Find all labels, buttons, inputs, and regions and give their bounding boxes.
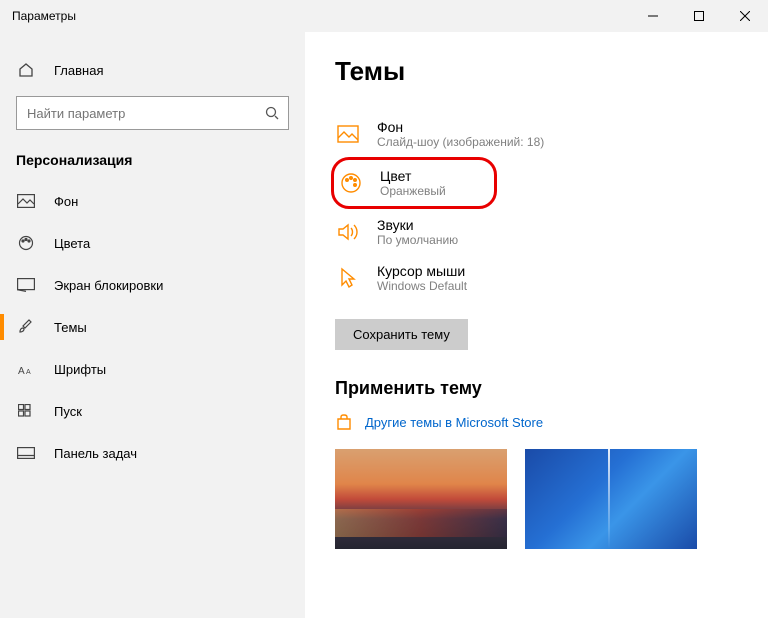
- brush-icon: [16, 319, 36, 335]
- theme-thumbnail[interactable]: [525, 449, 697, 549]
- sidebar-item-label: Темы: [54, 320, 87, 335]
- setting-sounds[interactable]: Звуки По умолчанию: [335, 209, 738, 255]
- start-icon: [16, 404, 36, 418]
- setting-subtitle: Windows Default: [377, 279, 467, 293]
- close-button[interactable]: [722, 0, 768, 32]
- sidebar-item-start[interactable]: Пуск: [0, 390, 305, 432]
- home-label: Главная: [54, 63, 103, 78]
- setting-title: Цвет: [380, 168, 446, 184]
- store-link[interactable]: Другие темы в Microsoft Store: [335, 413, 738, 431]
- theme-thumbnail[interactable]: [335, 449, 507, 549]
- setting-subtitle: Оранжевый: [380, 184, 446, 198]
- search-icon: [265, 106, 279, 120]
- taskbar-icon: [16, 447, 36, 459]
- setting-title: Фон: [377, 119, 544, 135]
- search-input[interactable]: [16, 96, 289, 130]
- highlight-annotation: Цвет Оранжевый: [331, 157, 497, 209]
- titlebar: Параметры: [0, 0, 768, 32]
- sidebar-item-colors[interactable]: Цвета: [0, 222, 305, 264]
- sound-icon: [335, 222, 361, 242]
- setting-cursor[interactable]: Курсор мыши Windows Default: [335, 255, 738, 301]
- image-icon: [16, 194, 36, 208]
- sidebar-item-label: Пуск: [54, 404, 82, 419]
- sidebar-item-label: Шрифты: [54, 362, 106, 377]
- sidebar-item-fonts[interactable]: AA Шрифты: [0, 348, 305, 390]
- setting-title: Звуки: [377, 217, 458, 233]
- section-heading: Персонализация: [0, 138, 305, 174]
- home-icon: [16, 62, 36, 78]
- cursor-icon: [335, 267, 361, 289]
- svg-text:A: A: [18, 366, 25, 376]
- setting-subtitle: Слайд-шоу (изображений: 18): [377, 135, 544, 149]
- sidebar-item-label: Экран блокировки: [54, 278, 163, 293]
- sidebar: Главная Персонализация Фон: [0, 32, 305, 618]
- palette-icon: [338, 172, 364, 194]
- font-icon: AA: [16, 362, 36, 376]
- lockscreen-icon: [16, 278, 36, 292]
- apply-theme-heading: Применить тему: [335, 378, 738, 399]
- palette-icon: [16, 235, 36, 251]
- window-title: Параметры: [12, 9, 630, 23]
- sidebar-item-label: Фон: [54, 194, 78, 209]
- sidebar-item-taskbar[interactable]: Панель задач: [0, 432, 305, 474]
- sidebar-item-label: Панель задач: [54, 446, 137, 461]
- minimize-button[interactable]: [630, 0, 676, 32]
- page-title: Темы: [335, 56, 738, 87]
- setting-title: Курсор мыши: [377, 263, 467, 279]
- setting-subtitle: По умолчанию: [377, 233, 458, 247]
- store-bag-icon: [335, 413, 353, 431]
- image-icon: [335, 125, 361, 143]
- setting-color[interactable]: Цвет Оранжевый: [338, 164, 446, 202]
- sidebar-item-label: Цвета: [54, 236, 90, 251]
- sidebar-item-background[interactable]: Фон: [0, 180, 305, 222]
- setting-background[interactable]: Фон Слайд-шоу (изображений: 18): [335, 111, 738, 157]
- save-theme-button[interactable]: Сохранить тему: [335, 319, 468, 350]
- maximize-button[interactable]: [676, 0, 722, 32]
- home-link[interactable]: Главная: [0, 52, 305, 88]
- sidebar-item-themes[interactable]: Темы: [0, 306, 305, 348]
- store-link-label: Другие темы в Microsoft Store: [365, 415, 543, 430]
- svg-text:A: A: [26, 369, 31, 376]
- sidebar-item-lockscreen[interactable]: Экран блокировки: [0, 264, 305, 306]
- main-content: Темы Фон Слайд-шоу (изображений: 18): [305, 32, 768, 618]
